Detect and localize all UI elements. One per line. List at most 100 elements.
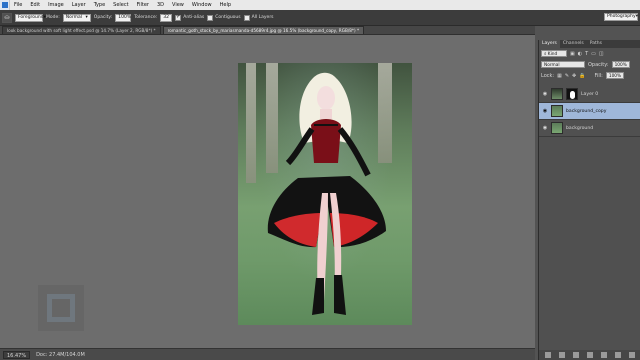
- layers-panel: Layers Channels Paths ⌕ Kind ▣ ◐ T ▭ ◫ N…: [538, 40, 640, 360]
- doc-size: Doc: 27.4M/104.0M: [36, 351, 85, 358]
- chevron-down-icon: ▾: [85, 14, 88, 20]
- zoom-level[interactable]: 16.47%: [3, 350, 31, 359]
- anti-alias-label: Anti-alias: [183, 15, 205, 20]
- lock-label: Lock:: [541, 72, 555, 79]
- contiguous-label: Contiguous: [215, 15, 241, 20]
- eye-icon[interactable]: ◉: [542, 91, 548, 97]
- document-tabs: look background with soft light effect.p…: [0, 26, 535, 35]
- filter-type-icon[interactable]: T: [585, 51, 588, 57]
- workspace-select[interactable]: Photography ▾: [604, 13, 638, 21]
- checkbox-empty-icon: [243, 14, 250, 21]
- menu-window[interactable]: Window: [188, 0, 216, 10]
- tab-channels[interactable]: Channels: [560, 40, 587, 48]
- layer-thumbnail: [551, 122, 563, 134]
- eye-icon[interactable]: ◉: [542, 125, 548, 131]
- layer-filter-select[interactable]: ⌕ Kind: [541, 50, 567, 57]
- tab-document-2[interactable]: romantic_goth_stock_by_mariasmanda-d5689…: [162, 26, 365, 34]
- menu-file[interactable]: File: [10, 0, 26, 10]
- fx-icon[interactable]: [559, 352, 565, 358]
- tab-paths[interactable]: Paths: [587, 40, 605, 48]
- blend-row: Normal Opacity: 100%: [539, 59, 640, 70]
- all-layers-label: All Layers: [251, 15, 274, 20]
- photoshop-logo-icon: [0, 0, 10, 10]
- opacity-input[interactable]: 100%: [115, 13, 132, 22]
- contiguous-checkbox[interactable]: Contiguous: [207, 14, 241, 21]
- layer-name[interactable]: Layer 0: [581, 92, 598, 97]
- filter-kind: Kind: [547, 52, 558, 57]
- menu-edit[interactable]: Edit: [26, 0, 44, 10]
- trash-icon[interactable]: [629, 352, 635, 358]
- tree-trunk: [246, 63, 256, 183]
- fill-value: 100%: [608, 74, 622, 79]
- opacity-label: Opacity:: [93, 15, 113, 20]
- layer-mask-thumbnail[interactable]: [566, 88, 578, 100]
- opacity-value: 100%: [118, 14, 132, 20]
- paint-bucket-tool-icon[interactable]: ⛀: [2, 12, 12, 23]
- blend-mode-select[interactable]: Normal: [541, 61, 585, 68]
- filter-row: ⌕ Kind ▣ ◐ T ▭ ◫: [539, 48, 640, 59]
- lock-image-icon[interactable]: ✎: [565, 73, 569, 79]
- filter-pixel-icon[interactable]: ▣: [570, 51, 575, 57]
- mode-value: Normal: [65, 14, 83, 20]
- tolerance-label: Tolerance:: [134, 15, 158, 20]
- fill-label: Fill:: [594, 72, 603, 79]
- layer-row[interactable]: ◉ Layer 0: [539, 86, 640, 103]
- layer-name[interactable]: background_copy: [566, 109, 606, 114]
- menu-view[interactable]: View: [168, 0, 188, 10]
- checkmark-icon: ✓: [175, 14, 182, 21]
- menu-3d[interactable]: 3D: [153, 0, 168, 10]
- layer-row[interactable]: ◉ background: [539, 120, 640, 137]
- layer-row[interactable]: ◉ background_copy: [539, 103, 640, 120]
- tolerance-input[interactable]: 32: [160, 13, 173, 22]
- menu-help[interactable]: Help: [216, 0, 235, 10]
- layer-thumbnail: [551, 105, 563, 117]
- menu-bar: File Edit Image Layer Type Select Filter…: [0, 0, 640, 10]
- menu-select[interactable]: Select: [109, 0, 132, 10]
- menu-filter[interactable]: Filter: [133, 0, 153, 10]
- layers-panel-footer: [539, 350, 640, 360]
- chevron-down-icon: ▾: [635, 14, 638, 19]
- lock-position-icon[interactable]: ✥: [572, 73, 576, 79]
- fill-input[interactable]: 100%: [605, 72, 624, 79]
- lock-all-icon[interactable]: 🔒: [579, 73, 585, 79]
- all-layers-checkbox[interactable]: All Layers: [243, 14, 274, 21]
- photo-canvas[interactable]: [238, 63, 412, 325]
- menu-image[interactable]: Image: [44, 0, 68, 10]
- fill-source-value: Foreground: [18, 14, 44, 20]
- options-bar: ⛀ Foreground ▾ Mode: Normal ▾ Opacity: 100…: [0, 10, 640, 26]
- tab-document-1[interactable]: look background with soft light effect.p…: [2, 26, 161, 34]
- layer-opacity-label: Opacity:: [588, 61, 609, 68]
- menu-type[interactable]: Type: [90, 0, 109, 10]
- blend-mode-value: Normal: [544, 63, 560, 68]
- watermark-logo: [38, 285, 84, 331]
- new-layer-icon[interactable]: [615, 352, 621, 358]
- layer-name[interactable]: background: [566, 126, 593, 131]
- lock-transparent-icon[interactable]: ▦: [557, 73, 562, 79]
- tab-layers[interactable]: Layers: [539, 40, 560, 48]
- tolerance-value: 32: [163, 14, 169, 20]
- filter-adjustment-icon[interactable]: ◐: [578, 51, 582, 57]
- tree-trunk: [378, 63, 392, 163]
- lock-row: Lock: ▦ ✎ ✥ 🔒 Fill: 100%: [539, 70, 640, 81]
- menu-layer[interactable]: Layer: [68, 0, 90, 10]
- mode-select[interactable]: Normal ▾: [62, 13, 91, 22]
- fill-source-select[interactable]: Foreground ▾: [15, 13, 46, 22]
- filter-smart-icon[interactable]: ◫: [599, 51, 604, 57]
- adjustment-icon[interactable]: [587, 352, 593, 358]
- tree-trunk: [266, 63, 278, 173]
- eye-icon[interactable]: ◉: [542, 108, 548, 114]
- layer-opacity-input[interactable]: 100%: [611, 61, 630, 68]
- folder-icon[interactable]: [601, 352, 607, 358]
- filter-shape-icon[interactable]: ▭: [591, 51, 596, 57]
- panel-tabs: Layers Channels Paths: [539, 40, 640, 48]
- layer-thumbnail: [551, 88, 563, 100]
- layer-opacity-value: 100%: [614, 63, 627, 68]
- mask-icon[interactable]: [573, 352, 579, 358]
- watermark-icon: [47, 294, 75, 322]
- status-bar: 16.47% Doc: 27.4M/104.0M: [0, 348, 535, 360]
- workspace-value: Photography: [607, 14, 636, 19]
- search-icon: ⌕: [544, 52, 547, 57]
- mode-label: Mode:: [46, 15, 60, 20]
- link-icon[interactable]: [545, 352, 551, 358]
- anti-alias-checkbox[interactable]: ✓ Anti-alias: [175, 14, 205, 21]
